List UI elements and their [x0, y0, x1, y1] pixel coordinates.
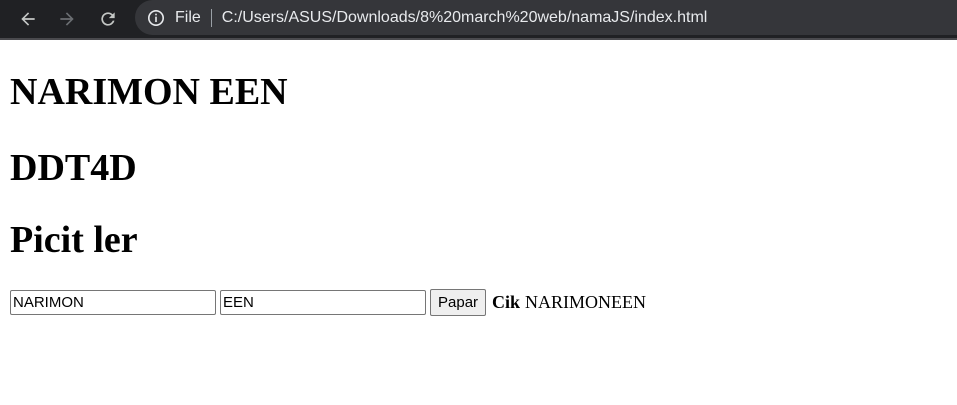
hobby-heading: Picit ler [10, 219, 138, 261]
forward-button[interactable] [55, 7, 79, 31]
scheme-label: File [175, 8, 201, 26]
name-form: Papar Cik NARIMONEEN [10, 289, 646, 316]
class-heading: DDT4D [10, 147, 137, 189]
display-button[interactable]: Papar [430, 289, 487, 316]
reload-button[interactable] [96, 7, 120, 31]
arrow-left-icon [21, 12, 35, 26]
result-label: Cik [492, 292, 521, 312]
result-value: NARIMONEEN [525, 292, 647, 312]
address-separator [210, 8, 212, 27]
arrow-right-icon [60, 12, 74, 26]
reload-icon [101, 12, 115, 26]
back-button[interactable] [16, 7, 40, 31]
first-name-input[interactable] [10, 290, 216, 315]
info-icon[interactable] [147, 9, 165, 27]
last-name-input[interactable] [220, 290, 426, 315]
address-bar[interactable]: File C:/Users/ASUS/Downloads/8%20march%2… [135, 0, 957, 35]
name-heading: NARIMON EEN [10, 71, 288, 113]
url-text[interactable]: C:/Users/ASUS/Downloads/8%20march%20web/… [222, 9, 708, 27]
browser-toolbar: File C:/Users/ASUS/Downloads/8%20march%2… [0, 0, 957, 40]
